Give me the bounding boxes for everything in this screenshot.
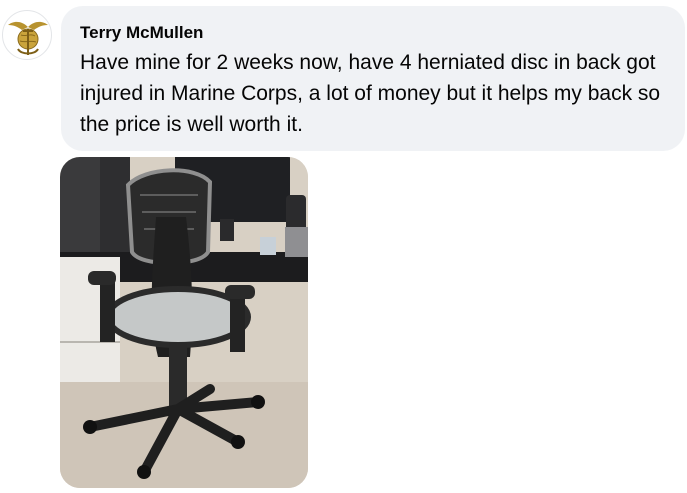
comment-bubble: Terry McMullen Have mine for 2 weeks now… — [61, 6, 685, 151]
emblem-icon — [8, 21, 48, 55]
avatar[interactable] — [2, 10, 52, 60]
comment-author[interactable]: Terry McMullen — [80, 22, 665, 44]
comment-photo[interactable] — [60, 157, 308, 488]
comment-text: Have mine for 2 weeks now, have 4 hernia… — [80, 51, 661, 136]
office-chair-photo — [60, 157, 308, 488]
